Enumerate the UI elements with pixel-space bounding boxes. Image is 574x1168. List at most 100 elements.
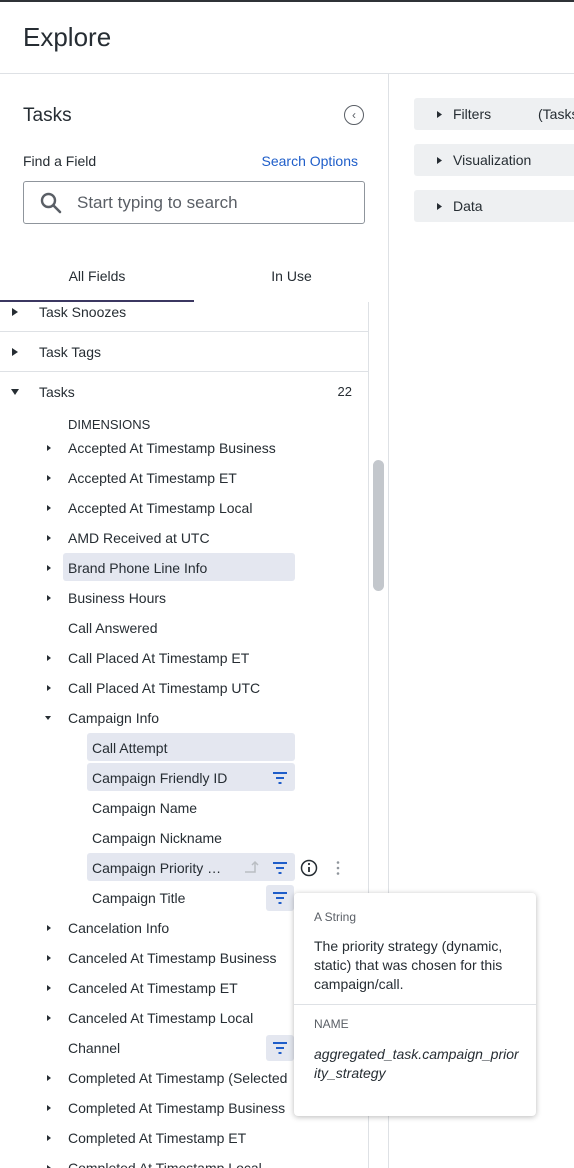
field-label: Call Placed At Timestamp ET [68,650,250,666]
caret-right-icon [47,655,51,661]
group-tasks[interactable]: Tasks 22 [0,373,368,412]
field-label: Canceled At Timestamp Local [68,1010,254,1026]
group-label: Task Tags [39,344,101,360]
data-panel[interactable]: Data [414,190,574,222]
filters-summary: (Tasks [538,106,574,122]
field-label: Business Hours [68,590,167,606]
field-label: Canceled At Timestamp Business [68,950,277,966]
page-header: Explore [0,2,574,74]
group-label: Tasks [39,384,75,400]
field-count: 22 [337,384,352,399]
filter-icon[interactable] [271,769,289,787]
caret-down-icon [11,389,19,395]
field-label: Completed At Timestamp ET [68,1130,247,1146]
field-label: Campaign Priority … [92,860,222,876]
explore-main: Filters (Tasks Visualization Data [390,74,574,1168]
field-row-campaign-info[interactable]: Campaign Info [0,703,368,733]
field-label: Campaign Title [92,890,186,906]
tree-scrollbar-thumb[interactable] [373,460,384,591]
field-label: Channel [68,1040,121,1056]
caret-right-icon [47,475,51,481]
caret-right-icon [47,565,51,571]
caret-right-icon [47,505,51,511]
caret-right-icon [47,1105,51,1111]
field-row[interactable]: Campaign Nickname [0,823,368,853]
caret-right-icon [437,157,442,164]
field-label: Call Attempt [92,740,168,756]
caret-right-icon [12,308,18,316]
caret-right-icon [47,685,51,691]
filters-panel[interactable]: Filters (Tasks [414,98,574,130]
field-type: A String [314,910,357,924]
field-label: Accepted At Timestamp Local [68,500,253,516]
field-row[interactable]: AMD Received at UTC [0,523,368,553]
field-row[interactable]: Business Hours [0,583,368,613]
caret-right-icon [437,203,442,210]
field-row[interactable]: Accepted At Timestamp Local [0,493,368,523]
panel-label: Data [453,198,483,214]
more-options-icon[interactable] [329,859,347,877]
search-icon [40,192,62,214]
field-tabs: All Fields In Use [0,250,389,302]
group-task-snoozes[interactable]: Task Snoozes [0,302,368,332]
filter-icon [273,1042,287,1054]
field-row[interactable]: Brand Phone Line Info [0,553,368,583]
field-label: Completed At Timestamp Business [68,1100,286,1116]
caret-down-icon [45,716,51,720]
chevron-left-icon: ‹ [352,108,356,122]
field-label: Call Answered [68,620,158,636]
field-row[interactable]: Completed At Timestamp ET [0,1123,368,1153]
field-row-campaign-priority[interactable]: Campaign Priority … [0,853,368,883]
filter-icon[interactable] [271,859,289,877]
tab-in-use[interactable]: In Use [194,250,389,302]
field-label: Cancelation Info [68,920,170,936]
caret-right-icon [47,925,51,931]
field-label: Accepted At Timestamp ET [68,470,237,486]
field-row[interactable]: Campaign Friendly ID [0,763,368,793]
info-icon[interactable] [300,859,318,877]
explore-name: Tasks [23,105,72,126]
field-row[interactable]: Campaign Name [0,793,368,823]
dimensions-header: DIMENSIONS [68,417,151,432]
search-options-link[interactable]: Search Options [262,153,359,169]
field-row[interactable]: Call Attempt [0,733,368,763]
caret-right-icon [47,985,51,991]
field-label: Accepted At Timestamp Business [68,440,276,456]
caret-right-icon [12,348,18,356]
field-row[interactable]: Accepted At Timestamp Business [0,433,368,463]
search-input[interactable] [77,190,347,216]
caret-right-icon [437,111,442,118]
field-row[interactable]: Call Answered [0,613,368,643]
field-label: Call Placed At Timestamp UTC [68,680,261,696]
caret-right-icon [47,535,51,541]
caret-right-icon [47,1075,51,1081]
field-row[interactable]: Call Placed At Timestamp UTC [0,673,368,703]
group-label: Task Snoozes [39,304,127,320]
panel-label: Filters [453,106,492,122]
collapse-sidebar-button[interactable]: ‹ [344,105,364,125]
group-task-tags[interactable]: Task Tags [0,333,368,372]
caret-right-icon [47,595,51,601]
caret-right-icon [47,445,51,451]
caret-right-icon [47,1165,51,1168]
caret-right-icon [47,1015,51,1021]
field-label: Brand Phone Line Info [68,560,208,576]
field-label: Campaign Friendly ID [92,770,228,786]
visualization-panel[interactable]: Visualization [414,144,574,176]
panel-label: Visualization [453,152,532,168]
field-label: Campaign Nickname [92,830,222,846]
filter-icon [273,892,287,904]
field-label: Campaign Name [92,800,198,816]
field-label: Campaign Info [68,710,160,726]
name-label: NAME [314,1017,349,1031]
field-row[interactable]: Call Placed At Timestamp ET [0,643,368,673]
find-field-label: Find a Field [23,153,97,169]
field-label: AMD Received at UTC [68,530,210,546]
caret-right-icon [47,955,51,961]
field-search-box [23,181,365,224]
field-label: Completed At Timestamp Local [68,1160,262,1168]
tab-all-fields[interactable]: All Fields [0,250,194,302]
field-row[interactable]: Completed At Timestamp Local [0,1153,368,1168]
field-row[interactable]: Accepted At Timestamp ET [0,463,368,493]
pivot-icon[interactable] [242,859,260,877]
